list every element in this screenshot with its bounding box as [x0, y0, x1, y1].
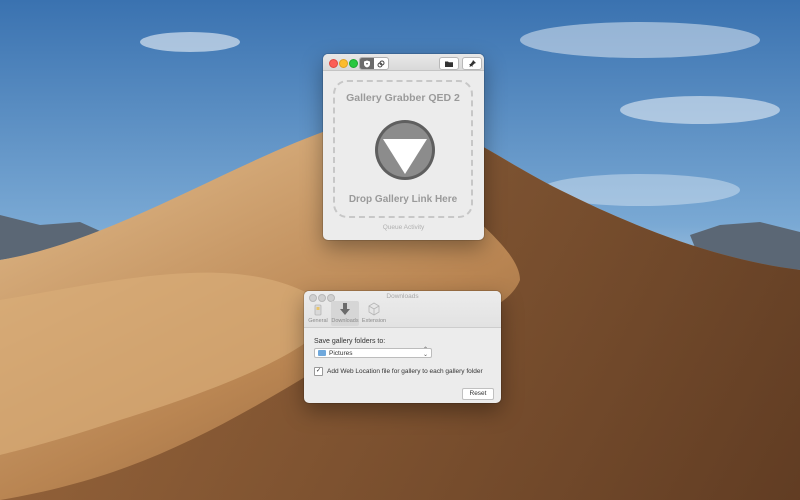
- downloads-preferences-window: Downloads General Downloads Extension Sa…: [304, 291, 501, 403]
- save-location-label: Save gallery folders to:: [314, 338, 386, 345]
- app-title: Gallery Grabber QED 2: [346, 92, 460, 104]
- folder-icon: [318, 350, 326, 356]
- link-icon: [377, 60, 385, 67]
- drop-zone[interactable]: Gallery Grabber QED 2 Drop Gallery Link …: [333, 80, 473, 218]
- folder-popup-button[interactable]: Pictures ⌃ ⌄: [314, 347, 432, 358]
- extension-icon: [368, 302, 380, 316]
- shield-icon: [364, 60, 370, 67]
- shield-mode-button[interactable]: [360, 58, 374, 69]
- pin-icon: [468, 60, 476, 67]
- tab-general-label: General: [308, 318, 328, 324]
- tab-general[interactable]: General: [304, 301, 332, 326]
- zoom-button[interactable]: [349, 59, 358, 68]
- general-icon: [314, 304, 322, 316]
- reset-button[interactable]: Reset: [462, 388, 494, 400]
- tab-extension-label: Extension: [361, 318, 387, 324]
- close-button[interactable]: [329, 59, 338, 68]
- link-mode-button[interactable]: [374, 58, 388, 69]
- queue-activity-link[interactable]: Queue Activity: [323, 224, 484, 231]
- gallery-grabber-window: Gallery Grabber QED 2 Drop Gallery Link …: [323, 54, 484, 240]
- popup-arrows-icon: ⌃ ⌄: [422, 347, 428, 358]
- web-location-checkbox-label: Add Web Location file for gallery to eac…: [327, 368, 483, 375]
- window-title: Downloads: [386, 293, 419, 300]
- tab-downloads[interactable]: Downloads: [331, 301, 359, 326]
- down-triangle-icon: [375, 120, 435, 180]
- folder-value: Pictures: [329, 349, 353, 357]
- web-location-checkbox[interactable]: ✓: [314, 367, 323, 376]
- titlebar: [323, 54, 484, 71]
- drop-instruction: Drop Gallery Link Here: [348, 194, 458, 205]
- pin-button[interactable]: [462, 57, 482, 70]
- mode-segmented-control: [359, 57, 389, 70]
- preferences-toolbar: Downloads General Downloads Extension: [304, 291, 501, 328]
- download-arrow-icon: [340, 303, 350, 315]
- tab-downloads-label: Downloads: [331, 318, 359, 324]
- tab-extension[interactable]: Extension: [360, 301, 388, 326]
- web-location-option: ✓ Add Web Location file for gallery to e…: [314, 367, 483, 376]
- folder-button[interactable]: [439, 57, 459, 70]
- minimize-button[interactable]: [339, 59, 348, 68]
- folder-icon: [445, 61, 453, 67]
